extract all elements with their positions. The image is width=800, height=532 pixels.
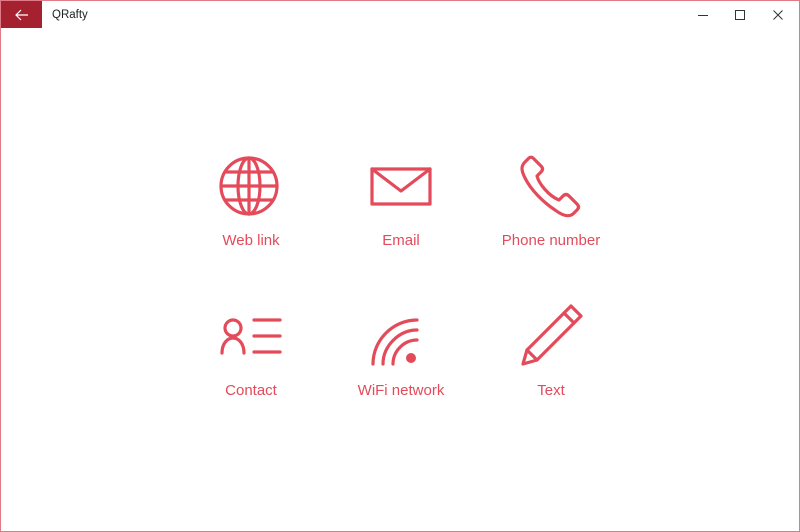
tile-text[interactable]: Text [476,304,626,434]
app-window: QRafty Web link Email Phone number Conta… [0,0,800,532]
tile-label: Web link [222,232,280,249]
tile-label: WiFi network [357,382,445,399]
minimize-button[interactable] [683,1,723,29]
globe-icon [219,156,279,216]
contact-card-icon [220,318,282,355]
minimize-icon [698,15,708,16]
maximize-button[interactable] [720,1,760,29]
tile-label: Email [382,232,420,249]
pencil-icon [521,304,583,366]
tile-label: Text [537,382,565,399]
wifi-icon [371,318,419,366]
app-title: QRafty [52,9,88,21]
tile-web-link[interactable]: Web link [176,154,326,284]
close-icon [773,10,783,20]
maximize-icon [735,10,745,20]
tile-email[interactable]: Email [326,154,476,284]
tile-phone-number[interactable]: Phone number [476,154,626,284]
tile-label: Phone number [501,232,601,249]
arrow-left-icon [14,9,28,20]
phone-icon [520,155,581,218]
back-button[interactable] [1,1,42,28]
close-button[interactable] [758,1,798,29]
tile-wifi-network[interactable]: WiFi network [326,304,476,434]
tile-contact[interactable]: Contact [176,304,326,434]
tile-label: Contact [225,382,277,399]
title-bar: QRafty [1,1,799,31]
envelope-icon [370,167,432,206]
